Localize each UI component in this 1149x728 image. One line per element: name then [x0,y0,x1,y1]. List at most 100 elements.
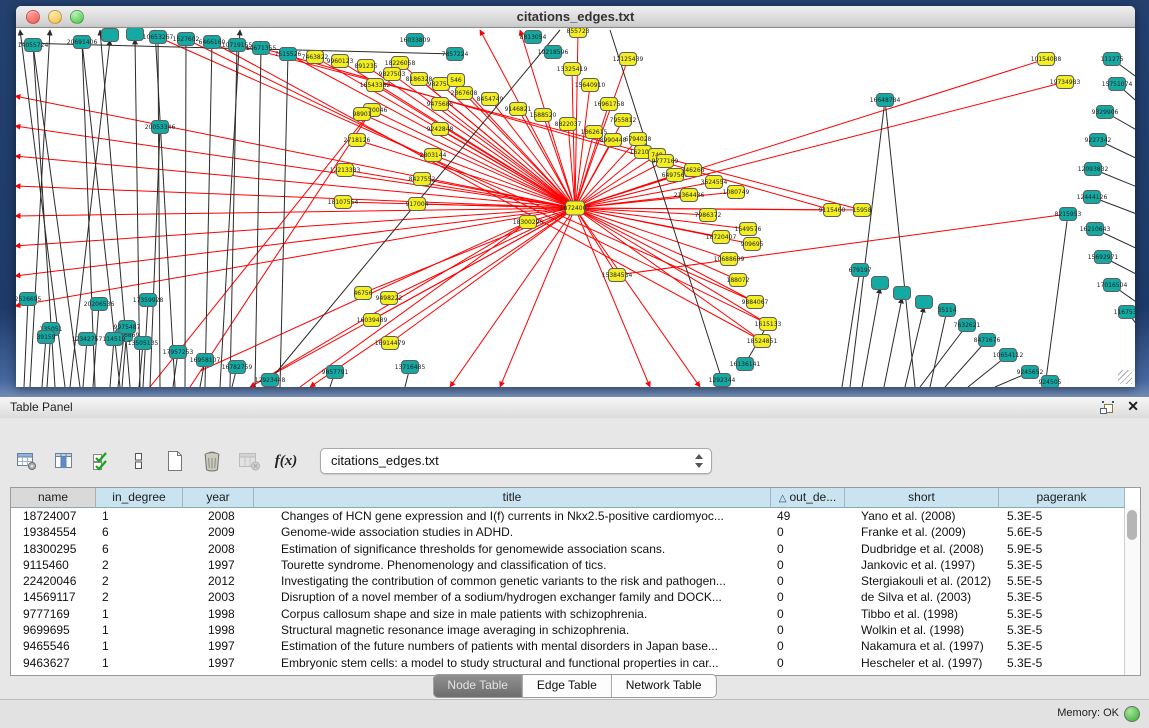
graph-node[interactable]: 15692971 [1088,251,1119,264]
graph-edge[interactable] [920,325,967,387]
column-header-in_degree[interactable]: in_degree [96,488,183,508]
graph-edge[interactable] [610,30,722,380]
table-cell[interactable]: 19384554 [11,524,96,540]
graph-node[interactable] [102,29,119,42]
graph-node[interactable]: 2526695 [16,293,42,306]
table-cell[interactable]: 18300295 [11,541,96,557]
table-cell[interactable]: 0 [771,589,845,605]
table-cell[interactable]: 5.3E-5 [999,655,1125,671]
table-cell[interactable]: 0 [771,638,845,654]
selection-checklist-button[interactable] [88,448,114,474]
column-header-short[interactable]: short [845,488,999,508]
graph-node[interactable]: 855723 [567,28,590,38]
table-cell[interactable]: 6 [96,524,183,540]
graph-node[interactable]: 13325419 [557,63,588,76]
graph-node[interactable]: 18720407 [706,231,737,244]
graph-node[interactable]: 16958107 [190,354,221,367]
graph-node[interactable]: 9146821 [505,103,532,116]
graph-node[interactable]: 35114 [937,304,956,317]
table-cell[interactable]: 1998 [183,622,254,638]
table-cell[interactable]: Stergiakouli et al. (2012) [845,573,999,589]
graph-node[interactable]: 679197 [849,264,872,277]
table-cell[interactable]: Franke et al. (2009) [845,524,999,540]
table-select-dropdown[interactable]: citations_edges.txt [320,448,712,474]
table-row[interactable]: 1938455462009Genome-wide association stu… [11,524,1125,540]
table-cell[interactable]: Jankovic et al. (1997) [845,557,999,573]
graph-node[interactable]: 19734983 [1050,76,1081,89]
graph-node[interactable]: 9245652 [1017,366,1044,379]
table-cell[interactable]: 5.3E-5 [999,606,1125,622]
graph-node[interactable]: 16961758 [594,98,625,111]
graph-edge[interactable] [185,39,186,387]
network-canvas[interactable]: 1872400714055724206914061065326715276026… [16,28,1135,387]
graph-edge[interactable] [575,132,594,208]
table-cell[interactable]: 1 [96,638,183,654]
column-header-pagerank[interactable]: pagerank [999,488,1125,508]
table-cell[interactable]: 9465546 [11,638,96,654]
tab-edge-table[interactable]: Edge Table [523,675,612,697]
graph-node[interactable]: 3624554 [701,176,728,189]
column-header-out_de[interactable]: △out_de... [771,488,845,508]
graph-node[interactable]: 8822037 [555,118,582,131]
graph-edge[interactable] [155,30,175,387]
function-builder-button[interactable]: f(x) [273,448,299,474]
graph-node[interactable]: 19218596 [538,46,569,59]
table-cell[interactable]: 5.3E-5 [999,638,1125,654]
table-cell[interactable]: Estimation of significance thresholds fo… [254,541,771,557]
graph-node[interactable]: 8427552 [409,173,436,186]
graph-edge[interactable] [862,288,880,387]
table-cell[interactable]: Embryonic stem cells: a model to study s… [254,655,771,671]
graph-node[interactable]: 9475685 [427,98,454,111]
graph-edge[interactable] [389,208,575,298]
table-cell[interactable]: 0 [771,573,845,589]
graph-node[interactable]: 8471676 [974,334,1001,347]
table-cell[interactable]: 6 [96,541,183,557]
graph-node[interactable]: 10154088 [1031,53,1062,66]
table-cell[interactable]: 2008 [183,541,254,557]
column-header-title[interactable]: title [254,488,771,508]
float-panel-button[interactable] [1099,400,1115,415]
graph-node[interactable]: 16039489 [357,314,388,327]
table-cell[interactable]: 5.3E-5 [999,589,1125,605]
graph-node[interactable]: 1080749 [723,186,750,199]
table-cell[interactable]: 0 [771,655,845,671]
table-row[interactable]: 1830029562008Estimation of significance … [11,541,1125,557]
graph-node[interactable]: 2718126 [344,134,371,147]
table-cell[interactable]: 5.6E-5 [999,524,1125,540]
graph-edge[interactable] [83,339,87,387]
graph-node[interactable]: 98901 [352,108,371,121]
table-cell[interactable]: Corpus callosum shape and size in male p… [254,606,771,622]
graph-node[interactable]: 7463822 [302,51,329,64]
graph-node[interactable]: 6794028 [625,133,652,146]
table-cell[interactable]: 1 [96,622,183,638]
column-header-year[interactable]: year [183,488,254,508]
graph-edge[interactable] [884,298,902,387]
table-scrollbar-thumb[interactable] [1127,510,1137,540]
window-resize-grip[interactable] [1118,370,1132,384]
table-cell[interactable]: 2012 [183,573,254,589]
graph-edge[interactable] [255,48,261,387]
graph-edge[interactable] [575,82,1065,208]
table-cell[interactable]: 0 [771,606,845,622]
table-cell[interactable]: 9777169 [11,606,96,622]
graph-node[interactable]: 20691406 [67,36,98,49]
table-cell[interactable]: 5.3E-5 [999,508,1125,524]
new-column-button[interactable] [162,448,188,474]
table-cell[interactable]: Changes of HCN gene expression and I(f) … [254,508,771,524]
graph-edge[interactable] [16,208,575,216]
graph-edge[interactable] [42,337,46,387]
graph-edge[interactable] [16,208,575,306]
graph-node[interactable]: 746266 [682,164,705,177]
graph-edge[interactable] [205,42,212,387]
table-cell[interactable]: 1997 [183,638,254,654]
delete-column-button[interactable] [199,448,225,474]
close-panel-button[interactable]: ✕ [1127,398,1139,415]
graph-node[interactable]: 17016504 [1097,279,1128,292]
graph-node[interactable]: 9115460 [819,204,846,217]
graph-node[interactable]: 9329906 [1092,106,1119,119]
table-cell[interactable]: Dudbridge et al. (2008) [845,541,999,557]
graph-node[interactable] [872,277,889,290]
graph-node[interactable]: 114519 [103,333,126,346]
tab-network-table[interactable]: Network Table [612,675,716,697]
table-row[interactable]: 946554611997Estimation of the future num… [11,638,1125,654]
